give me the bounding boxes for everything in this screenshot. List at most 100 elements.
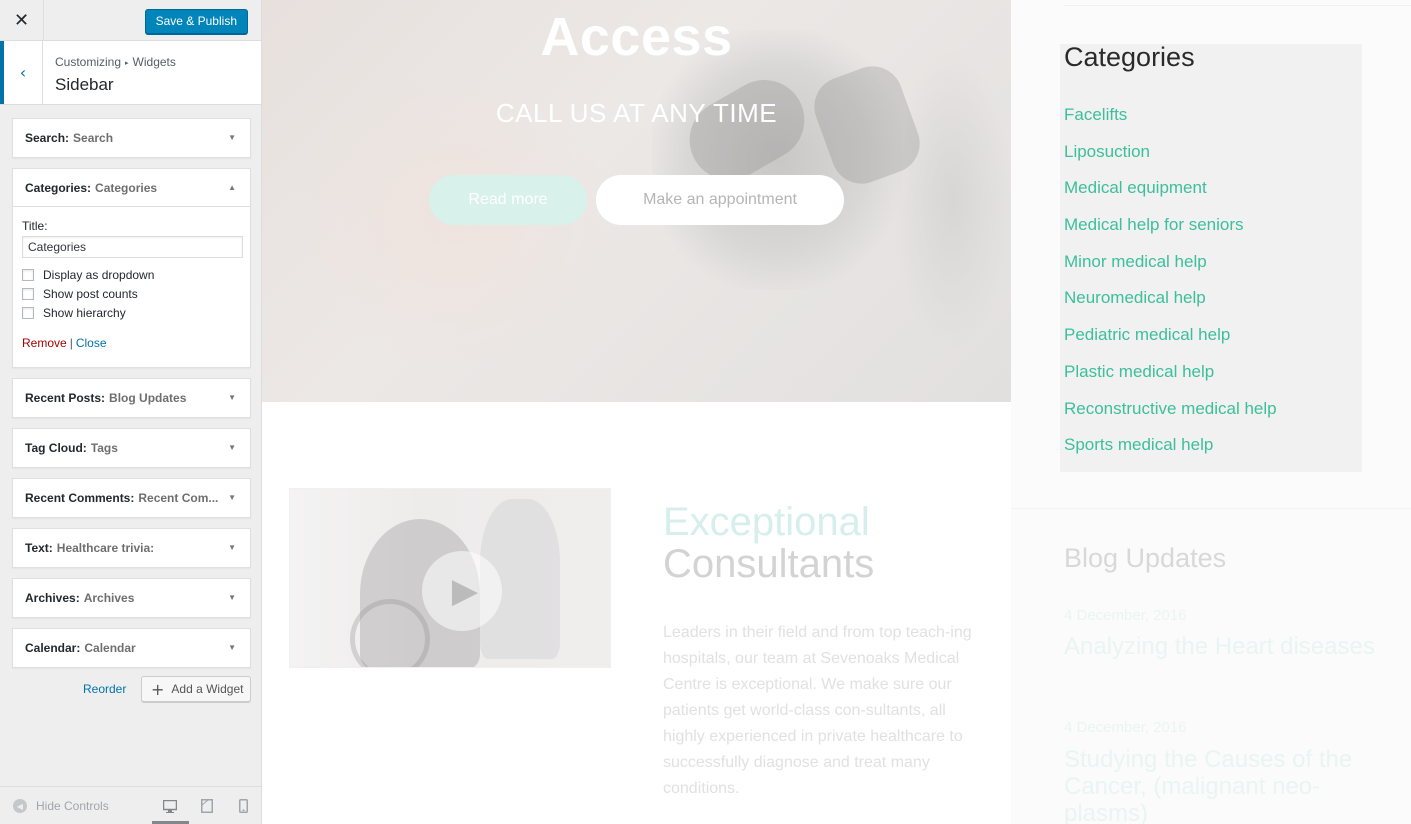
control-separator: | bbox=[69, 336, 73, 350]
section-title: Sidebar bbox=[55, 75, 114, 94]
read-more-button[interactable]: Read more bbox=[429, 175, 587, 225]
widget-header[interactable]: Categories: Categories ▲ bbox=[13, 169, 250, 207]
appointment-button[interactable]: Make an appointment bbox=[596, 175, 844, 225]
widget-type: Recent Comments: bbox=[25, 491, 135, 505]
hero-background-image bbox=[892, 50, 1011, 350]
breadcrumb-separator-icon: ▸ bbox=[125, 60, 129, 67]
title-field-label: Title: bbox=[22, 219, 48, 233]
widget-controls: Remove | Close bbox=[22, 336, 241, 350]
option-show-post-counts[interactable]: Show post counts bbox=[22, 287, 241, 301]
widget-actions: Reorder + Add a Widget bbox=[0, 676, 261, 704]
post-title-link[interactable]: Analyzing the Heart diseases bbox=[1064, 633, 1394, 660]
close-icon[interactable]: ✕ bbox=[0, 0, 44, 41]
section-header: ‹ Customizing ▸ Widgets Sidebar bbox=[0, 41, 261, 105]
add-widget-button[interactable]: + Add a Widget bbox=[141, 676, 251, 702]
widget-type: Search: bbox=[25, 131, 70, 145]
widget-type: Archives: bbox=[25, 591, 80, 605]
widget-recent-comments[interactable]: Recent Comments: Recent Com... ▼ bbox=[12, 478, 251, 518]
category-link[interactable]: Neuromedical help bbox=[1064, 287, 1277, 324]
widget-header[interactable]: Text: Healthcare trivia: ▼ bbox=[13, 529, 250, 567]
blog-updates-heading: Blog Updates bbox=[1064, 543, 1227, 573]
widget-categories[interactable]: Categories:Categories ▲ Title: Display a… bbox=[12, 168, 251, 368]
plus-icon: + bbox=[151, 679, 165, 699]
widget-header[interactable]: Recent Comments: Recent Com... ▼ bbox=[13, 479, 250, 517]
play-icon[interactable]: ▶ bbox=[422, 551, 502, 631]
mobile-preview-icon[interactable] bbox=[234, 797, 252, 815]
category-link[interactable]: Reconstructive medical help bbox=[1064, 398, 1277, 435]
collapse-arrow-icon[interactable]: ▲ bbox=[228, 183, 236, 192]
post-title-link[interactable]: Studying the Causes of the Cancer, (mali… bbox=[1064, 746, 1394, 824]
widget-type: Calendar: bbox=[25, 641, 81, 655]
expand-arrow-icon[interactable]: ▼ bbox=[228, 443, 236, 452]
widget-title: Categories bbox=[95, 180, 158, 195]
widget-header[interactable]: Tag Cloud: Tags ▼ bbox=[13, 429, 250, 467]
sidebar-top-divider bbox=[1064, 0, 1411, 6]
category-link[interactable]: Medical equipment bbox=[1064, 177, 1277, 214]
post-date: 4 December, 2016 bbox=[1064, 719, 1187, 736]
hero-subtitle: CALL US AT ANY TIME bbox=[495, 98, 778, 128]
tablet-preview-icon[interactable] bbox=[198, 797, 216, 815]
breadcrumb-root: Customizing bbox=[55, 55, 122, 69]
widget-archives[interactable]: Archives: Archives ▼ bbox=[12, 578, 251, 618]
option-display-dropdown[interactable]: Display as dropdown bbox=[22, 268, 241, 282]
expand-arrow-icon[interactable]: ▼ bbox=[228, 133, 236, 142]
post-date: 4 December, 2016 bbox=[1064, 607, 1187, 624]
category-link[interactable]: Minor medical help bbox=[1064, 251, 1277, 288]
save-publish-button[interactable]: Save & Publish bbox=[144, 9, 248, 34]
categories-heading: Categories bbox=[1064, 42, 1195, 72]
site-preview: Access CALL US AT ANY TIME Read more Mak… bbox=[262, 0, 1411, 824]
category-link[interactable]: Sports medical help bbox=[1064, 434, 1277, 471]
customizer-header: ✕ Save & Publish bbox=[0, 0, 261, 41]
checkbox[interactable] bbox=[22, 269, 34, 281]
widget-form: Title: Display as dropdown Show post cou… bbox=[13, 207, 250, 362]
expand-arrow-icon[interactable]: ▼ bbox=[228, 393, 236, 402]
option-label: Display as dropdown bbox=[43, 268, 155, 282]
category-link[interactable]: Pediatric medical help bbox=[1064, 324, 1277, 361]
category-link[interactable]: Medical help for seniors bbox=[1064, 214, 1277, 251]
widget-header[interactable]: Recent Posts: Blog Updates ▼ bbox=[13, 379, 250, 417]
widget-type: Tag Cloud: bbox=[25, 441, 87, 455]
expand-arrow-icon[interactable]: ▼ bbox=[228, 493, 236, 502]
customizer-footer: ◀ Hide Controls bbox=[0, 786, 261, 824]
remove-link[interactable]: Remove bbox=[22, 336, 67, 350]
feature-title-accent: Exceptional bbox=[663, 500, 870, 544]
widget-tag-cloud[interactable]: Tag Cloud: Tags ▼ bbox=[12, 428, 251, 468]
widget-text[interactable]: Text: Healthcare trivia: ▼ bbox=[12, 528, 251, 568]
widget-title: Recent Com... bbox=[138, 491, 219, 505]
expand-arrow-icon[interactable]: ▼ bbox=[228, 643, 236, 652]
widget-title: Blog Updates bbox=[109, 391, 187, 405]
widget-header[interactable]: Calendar: Calendar ▼ bbox=[13, 629, 250, 667]
close-link[interactable]: Close bbox=[76, 336, 107, 350]
video-thumbnail[interactable]: ▶ bbox=[289, 488, 611, 668]
widget-type: Recent Posts: bbox=[25, 391, 106, 405]
categories-list: Facelifts Liposuction Medical equipment … bbox=[1064, 104, 1277, 471]
option-show-hierarchy[interactable]: Show hierarchy bbox=[22, 306, 241, 320]
title-field[interactable] bbox=[22, 236, 243, 258]
expand-arrow-icon[interactable]: ▼ bbox=[228, 593, 236, 602]
widget-header[interactable]: Search: Search ▼ bbox=[13, 119, 250, 157]
reorder-link[interactable]: Reorder bbox=[83, 682, 126, 696]
option-label: Show post counts bbox=[43, 287, 138, 301]
category-link[interactable]: Plastic medical help bbox=[1064, 361, 1277, 398]
category-link[interactable]: Liposuction bbox=[1064, 141, 1277, 178]
widget-type: Categories: bbox=[25, 180, 92, 195]
widget-header[interactable]: Archives: Archives ▼ bbox=[13, 579, 250, 617]
widget-search[interactable]: Search: Search ▼ bbox=[12, 118, 251, 158]
customizer-panel: ✕ Save & Publish ‹ Customizing ▸ Widgets S… bbox=[0, 0, 262, 824]
expand-arrow-icon[interactable]: ▼ bbox=[228, 543, 236, 552]
widget-calendar[interactable]: Calendar: Calendar ▼ bbox=[12, 628, 251, 668]
breadcrumb-current: Widgets bbox=[132, 55, 176, 69]
feature-title: Consultants bbox=[663, 542, 875, 586]
widget-recent-posts[interactable]: Recent Posts: Blog Updates ▼ bbox=[12, 378, 251, 418]
category-link[interactable]: Facelifts bbox=[1064, 104, 1277, 141]
checkbox[interactable] bbox=[22, 288, 34, 300]
sidebar-divider bbox=[1011, 508, 1411, 509]
back-arrow-icon[interactable]: ‹ bbox=[0, 41, 43, 104]
checkbox[interactable] bbox=[22, 307, 34, 319]
option-label: Show hierarchy bbox=[43, 306, 126, 320]
widget-title: Archives bbox=[83, 591, 135, 605]
hero-section: Access CALL US AT ANY TIME Read more Mak… bbox=[262, 0, 1011, 402]
hide-controls-button[interactable]: ◀ Hide Controls bbox=[13, 799, 109, 813]
widget-type: Text: bbox=[25, 541, 53, 555]
desktop-preview-icon[interactable] bbox=[161, 797, 179, 815]
